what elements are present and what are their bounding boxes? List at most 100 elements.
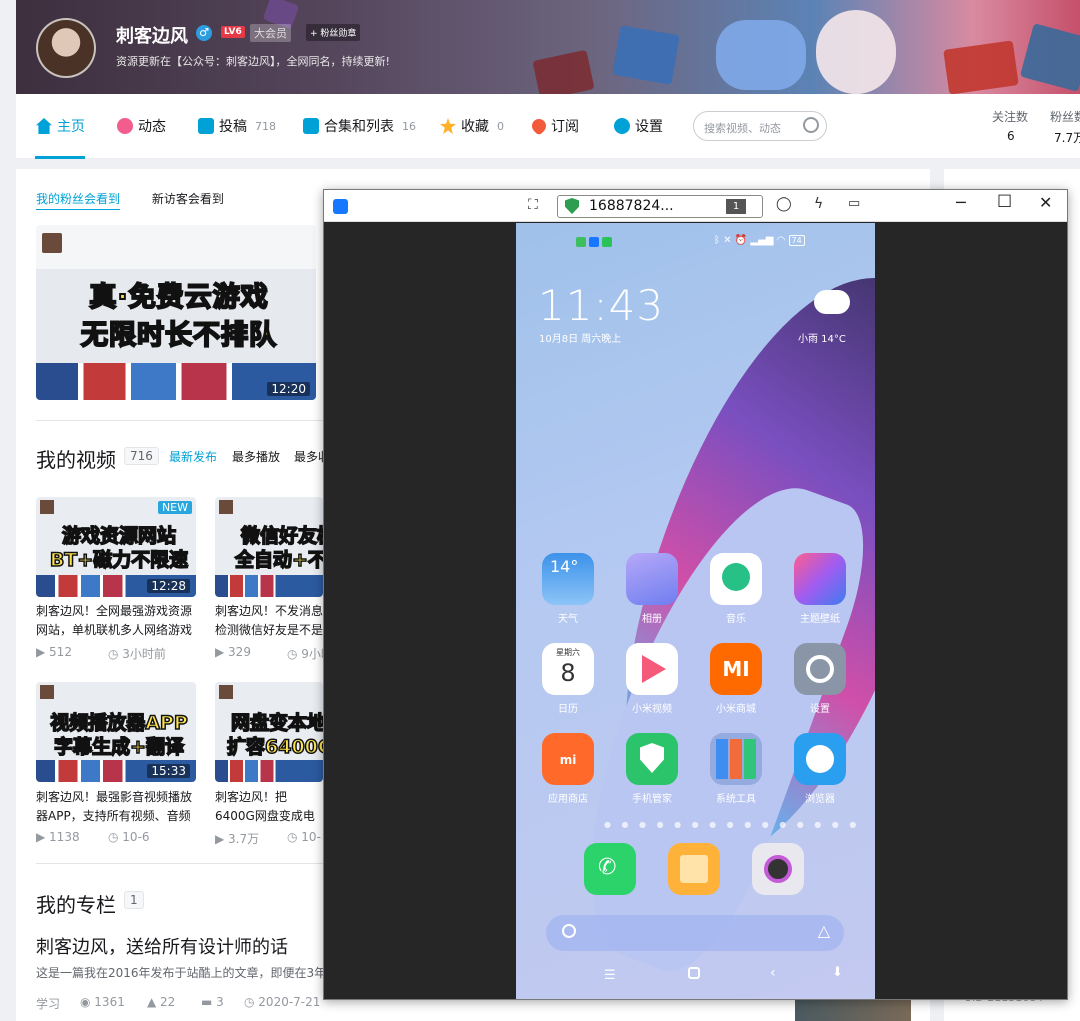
tab-collections-count: 16 (402, 119, 416, 133)
fullscreen-icon[interactable]: ⛶ (528, 197, 538, 213)
browser-logo (806, 745, 834, 773)
appstore-app-icon[interactable]: mi (542, 733, 594, 785)
tools-folder-icon[interactable] (710, 733, 762, 785)
app-label: 系统工具 (716, 794, 756, 805)
weather-text: 小雨 14°C (798, 334, 846, 345)
gear-icon (806, 655, 834, 683)
app-label: 小米商城 (716, 704, 756, 715)
video-thumb[interactable]: 微信好友检 全自动+不打 (215, 497, 323, 597)
alarm-icon: ⏰ (734, 235, 748, 246)
level-badge: LV6 (221, 26, 245, 38)
app-label: 手机管家 (632, 794, 672, 805)
tab-fans-view[interactable]: 我的粉丝会看到 (36, 192, 121, 210)
clock-icon: ◷ (287, 830, 302, 844)
video-time: ◷ 3小时前 (108, 645, 166, 662)
music-app-icon[interactable] (710, 553, 762, 605)
dynamic-icon (117, 118, 133, 134)
notes-app-icon[interactable] (668, 843, 720, 895)
thumb-text: 网盘变本地 (230, 711, 323, 735)
app-label: 小米视频 (632, 704, 672, 715)
tab-favorites-count: 0 (497, 119, 504, 133)
tab-favorites[interactable]: 收藏 0 (440, 116, 504, 136)
monitor-icon[interactable]: ▭ (848, 196, 860, 211)
tab-dynamic[interactable]: 动态 (117, 116, 166, 136)
article-title[interactable]: 刺客边风，送给所有设计师的话 (36, 933, 288, 959)
gallery-app-icon[interactable] (626, 553, 678, 605)
phone-search-bar[interactable]: △ (546, 915, 844, 951)
avatar[interactable] (36, 18, 96, 78)
mall-app-icon[interactable]: MI (710, 643, 762, 695)
sort-most-played[interactable]: 最多播放 (232, 448, 280, 465)
play-triangle-icon (642, 655, 666, 683)
comment-icon: ▬ (201, 995, 217, 1009)
app-label: 音乐 (726, 614, 746, 625)
tab-collections[interactable]: 合集和列表 16 (303, 116, 416, 136)
profile-nav: 主页 动态 投稿 718 合集和列表 16 收藏 0 订阅 设置 搜索视频、动态 (16, 94, 930, 159)
app-label: 主题壁纸 (800, 614, 840, 625)
mi-logo: MI (722, 657, 750, 681)
calendar-app-icon[interactable]: 星期六 8 (542, 643, 594, 695)
featured-video[interactable]: 真·免费云游戏 无限时长不排队 12:20 (36, 225, 316, 400)
camera-app-icon[interactable] (752, 843, 804, 895)
article-cover[interactable] (795, 997, 911, 1021)
video-thumb[interactable]: 视频播放器APP 字幕生成+翻译 15:33 (36, 682, 196, 782)
video-title[interactable]: 刺客边风！全网最强游戏资源网站，单机联机多人网络游戏 (36, 602, 196, 640)
fans-value[interactable]: 7.7万 (1054, 129, 1080, 146)
phone-app-icon[interactable]: ✆ (584, 843, 636, 895)
tab-upload[interactable]: 投稿 718 (198, 116, 276, 136)
device-id-text: 16887824... (589, 198, 674, 214)
videos-header: 我的视频 (36, 448, 116, 472)
app-notif-icon (588, 237, 599, 247)
video-thumb[interactable]: 网盘变本地 扩容6400G (215, 682, 323, 782)
lightning-icon[interactable]: ϟ (814, 196, 823, 212)
search-input[interactable]: 搜索视频、动态 (693, 111, 827, 141)
back-nav-icon[interactable]: ‹ (770, 965, 776, 981)
following-value[interactable]: 6 (1007, 129, 1015, 143)
menu-nav-icon[interactable]: ☰ (604, 968, 616, 983)
search-icon[interactable] (803, 117, 819, 133)
profile-sign[interactable]: 资源更新在【公众号：刺客边风】，全网同名，持续更新! (116, 53, 390, 69)
page-indicator: ● ● ● ● ● ● ● ● ● ● ● ● ● ● ● (604, 820, 861, 829)
sort-latest[interactable]: 最新发布 (169, 448, 217, 465)
phone-screen[interactable]: ᛒ ✕ ⏰ ▂▄▆ ◠ 74 11:43 10月8日 周六晚上 小雨 14°C … (516, 223, 875, 999)
browser-app-icon[interactable] (794, 733, 846, 785)
theme-app-icon[interactable] (794, 553, 846, 605)
device-id-box[interactable]: 16887824... 1 (557, 195, 763, 218)
column-header: 我的专栏 (36, 893, 116, 917)
close-button[interactable]: ✕ (1039, 193, 1052, 212)
video-plays: ▶ 512 (36, 645, 72, 659)
article-category[interactable]: 学习 (36, 995, 60, 1012)
weather-app-icon[interactable]: 14° (542, 553, 594, 605)
sort-most-fav[interactable]: 最多收藏 (294, 448, 324, 465)
security-app-icon[interactable] (626, 733, 678, 785)
window-titlebar[interactable]: ⛶ 16887824... 1 ◯ ϟ ▭ ─ ☐ ✕ (324, 190, 1067, 222)
tab-visitors-view[interactable]: 新访客会看到 (152, 192, 224, 206)
publish-time: 9小时前 (301, 647, 323, 661)
tab-favorites-label: 收藏 (461, 119, 489, 135)
app-label: 设置 (810, 704, 830, 715)
thumb-avatar (40, 685, 54, 699)
video-duration: 12:28 (147, 579, 190, 593)
active-tab-underline (35, 156, 85, 159)
home-nav-icon[interactable] (688, 967, 700, 979)
assistant-icon[interactable]: △ (818, 921, 830, 940)
tab-dynamic-label: 动态 (138, 119, 166, 135)
chat-icon[interactable]: ◯ (776, 196, 792, 212)
video-title[interactable]: 刺客边风！最强影音视频播放器APP，支持所有视频、音频 (36, 788, 196, 826)
fans-label: 粉丝数 (1050, 110, 1080, 124)
thumb-text: BT+磁力不限速 (49, 548, 189, 572)
tab-home[interactable]: 主页 (36, 116, 85, 136)
tab-settings[interactable]: 设置 (614, 116, 663, 136)
download-nav-icon[interactable]: ⬇ (832, 965, 843, 980)
tab-subscriptions[interactable]: 订阅 (529, 116, 579, 136)
settings-app-icon[interactable] (794, 643, 846, 695)
maximize-button[interactable]: ☐ (997, 192, 1012, 212)
video-title[interactable]: 刺客边风！把6400G网盘变成电脑本地硬盘用? (215, 788, 323, 826)
minimize-button[interactable]: ─ (956, 193, 966, 212)
likes-count: 22 (160, 995, 176, 1009)
shield-icon (640, 743, 664, 773)
video-title[interactable]: 刺客边风！不发消息检测微信好友是不是删了 (215, 602, 323, 640)
video-thumb[interactable]: 游戏资源网站 BT+磁力不限速 NEW 12:28 (36, 497, 196, 597)
fan-badge[interactable]: + 粉丝勋章 (306, 24, 361, 41)
video-app-icon[interactable] (626, 643, 678, 695)
